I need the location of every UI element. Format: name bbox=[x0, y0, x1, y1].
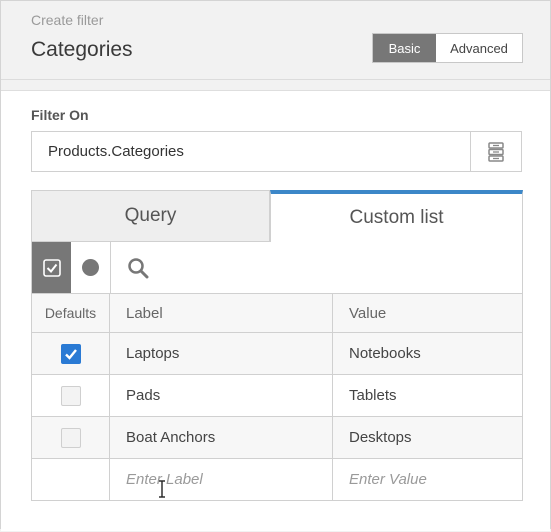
text-cursor-icon bbox=[157, 480, 167, 502]
custom-list-table: Defaults Label Value Laptops Notebooks P… bbox=[31, 293, 523, 501]
column-header-value: Value bbox=[332, 293, 523, 333]
tab-query[interactable]: Query bbox=[31, 190, 270, 242]
create-filter-dialog: Create filter Categories Basic Advanced … bbox=[0, 0, 551, 531]
enter-label-input[interactable]: Enter Label bbox=[109, 458, 333, 501]
select-all-toggle[interactable] bbox=[32, 242, 71, 293]
dialog-header: Create filter Categories Basic Advanced bbox=[1, 1, 550, 80]
checkbox-checked-icon bbox=[42, 258, 61, 277]
search-icon bbox=[128, 257, 149, 278]
value-cell[interactable]: Desktops bbox=[332, 416, 523, 459]
page-title: Categories bbox=[31, 38, 133, 61]
search-field[interactable] bbox=[111, 242, 522, 293]
database-icon bbox=[488, 141, 504, 162]
column-header-label: Label bbox=[109, 293, 333, 333]
default-checkbox[interactable] bbox=[60, 385, 81, 406]
default-checkbox[interactable] bbox=[60, 427, 81, 448]
table-row: Boat Anchors Desktops bbox=[31, 416, 523, 459]
default-cell-empty bbox=[31, 458, 110, 501]
radio-toggle[interactable] bbox=[71, 242, 111, 293]
new-entry-row: Enter Label Enter Value bbox=[31, 458, 523, 501]
mode-toggle: Basic Advanced bbox=[372, 33, 523, 63]
filter-panel: Filter On Products.Categories Query Cust… bbox=[1, 90, 550, 531]
filter-on-label: Filter On bbox=[31, 107, 89, 123]
tab-custom-list[interactable]: Custom list bbox=[270, 190, 523, 242]
filter-tabs: Query Custom list bbox=[31, 190, 523, 242]
value-cell[interactable]: Notebooks bbox=[332, 332, 523, 375]
value-cell[interactable]: Tablets bbox=[332, 374, 523, 417]
default-cell bbox=[31, 332, 110, 375]
label-cell[interactable]: Boat Anchors bbox=[109, 416, 333, 459]
basic-mode-button[interactable]: Basic bbox=[373, 34, 436, 62]
default-cell bbox=[31, 374, 110, 417]
filter-on-value: Products.Categories bbox=[48, 143, 184, 160]
default-cell bbox=[31, 416, 110, 459]
table-row: Laptops Notebooks bbox=[31, 332, 523, 375]
list-toolbar bbox=[31, 242, 523, 294]
checkmark-icon bbox=[64, 348, 77, 360]
advanced-mode-button[interactable]: Advanced bbox=[436, 34, 522, 62]
radio-dot-icon bbox=[82, 259, 99, 276]
database-picker-button[interactable] bbox=[470, 132, 521, 171]
label-cell[interactable]: Pads bbox=[109, 374, 333, 417]
default-checkbox[interactable] bbox=[60, 343, 81, 364]
table-header-row: Defaults Label Value bbox=[31, 293, 523, 333]
column-header-defaults: Defaults bbox=[31, 293, 110, 333]
table-row: Pads Tablets bbox=[31, 374, 523, 417]
enter-value-input[interactable]: Enter Value bbox=[332, 458, 523, 501]
dialog-subtitle: Create filter bbox=[31, 12, 104, 28]
filter-on-field[interactable]: Products.Categories bbox=[31, 131, 522, 172]
label-cell[interactable]: Laptops bbox=[109, 332, 333, 375]
